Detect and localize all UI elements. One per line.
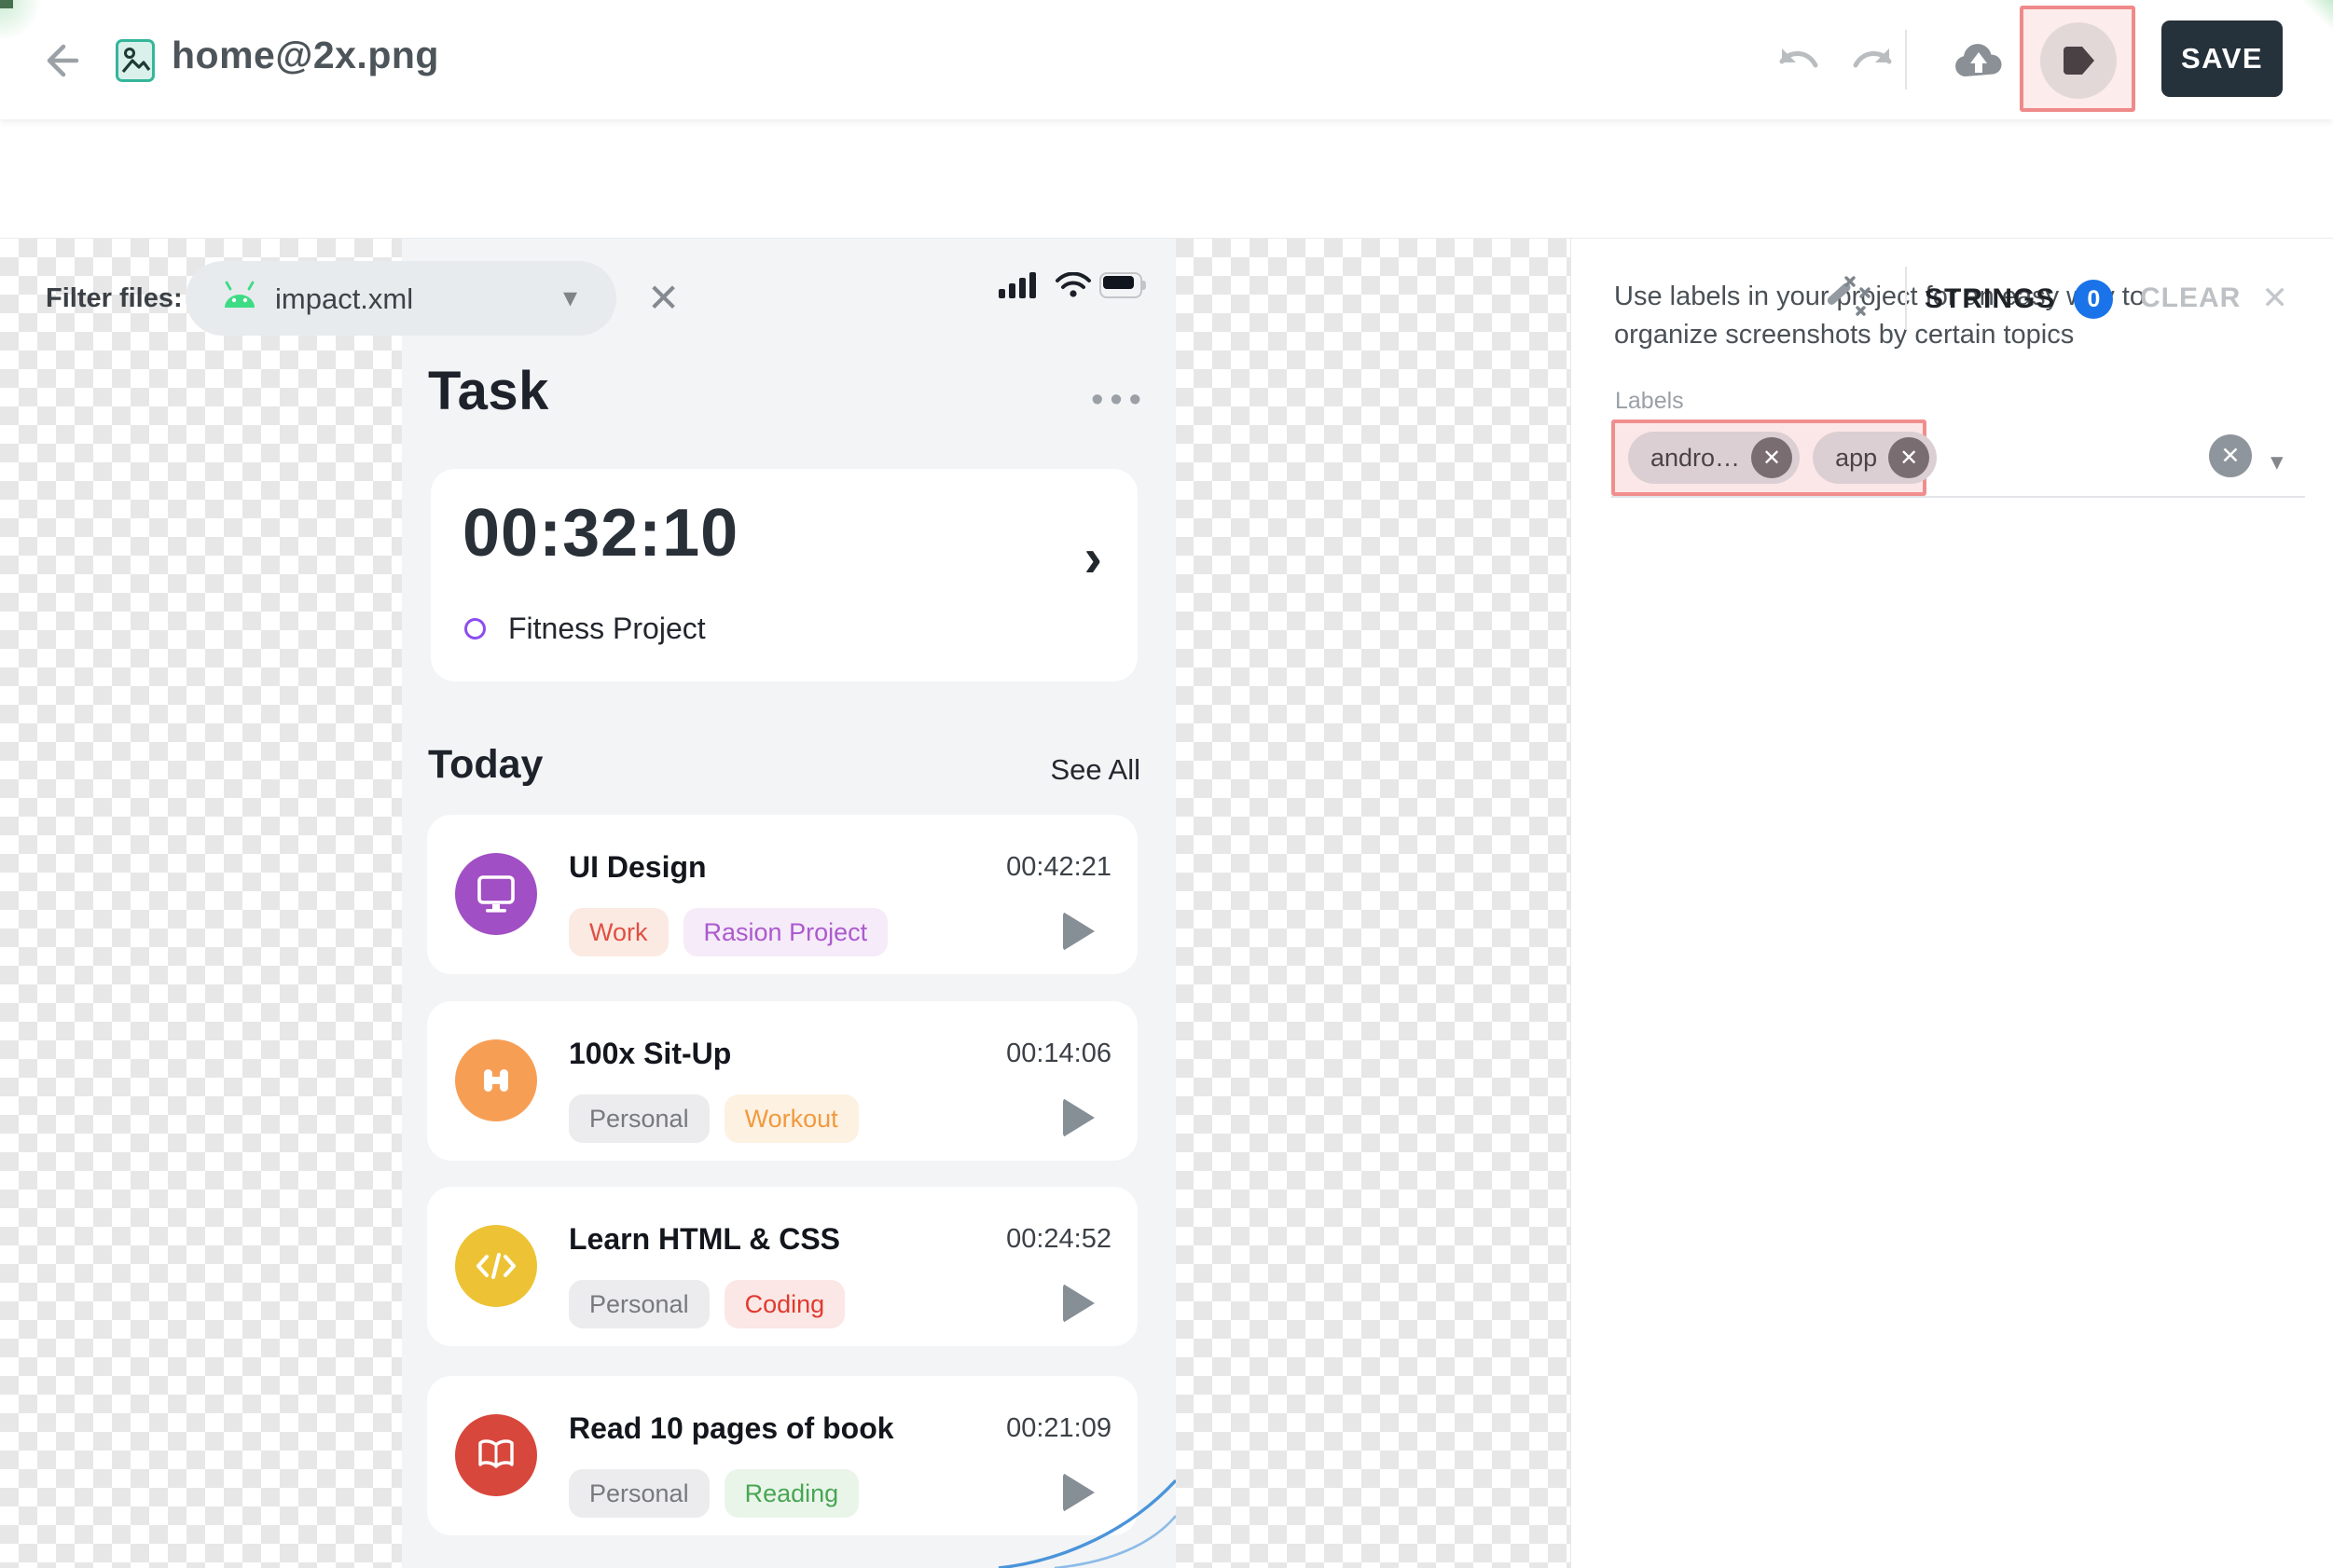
android-icon (219, 280, 260, 317)
clear-label: CLEAR (2140, 282, 2241, 314)
task-title: Learn HTML & CSS (569, 1222, 840, 1257)
monitor-icon (455, 853, 537, 935)
dropdown-caret-icon[interactable]: ▾ (563, 282, 577, 314)
undo-icon (1774, 43, 1823, 88)
undo-button[interactable] (1774, 43, 1823, 88)
battery-icon (1099, 272, 1148, 298)
clear-x-icon: ✕ (2261, 280, 2288, 317)
filter-bar: Filter files: impact.xml ▾ ✕ STRINGS 0 C… (0, 119, 2333, 239)
see-all-link: See All (1050, 753, 1140, 787)
editor-canvas[interactable]: 12:42 Task ••• (0, 239, 1570, 1568)
strings-label: STRINGS (1925, 283, 2055, 315)
task-time: 00:14:06 (1006, 1038, 1111, 1069)
active-timer-card: 00:32:10 › Fitness Project (431, 469, 1138, 681)
chip-delete-icon[interactable]: ✕ (1888, 437, 1929, 478)
image-file-icon (116, 39, 155, 82)
overflow-menu-icon: ••• (1091, 380, 1148, 420)
task-time: 00:21:09 (1006, 1413, 1111, 1444)
auto-detect-button[interactable] (1818, 272, 1872, 326)
label-chip[interactable]: andro… ✕ (1628, 432, 1800, 484)
play-icon (1063, 1284, 1095, 1323)
task-tag: Reading (725, 1469, 860, 1518)
signal-strength-icon (999, 272, 1042, 303)
save-button-label: SAVE (2181, 42, 2263, 76)
task-tag: Personal (569, 1469, 710, 1518)
corner-artifact-left (0, 0, 43, 39)
cloud-upload-icon (1949, 35, 2009, 88)
top-bar: home@2x.png SAVE (0, 0, 2333, 119)
back-arrow-icon (37, 39, 80, 82)
task-card: UI Design 00:42:21 Work Rasion Project (427, 815, 1138, 974)
file-filter-dropdown[interactable]: impact.xml ▾ (186, 261, 616, 336)
labels-panel: Use labels in your project for an easy w… (1570, 239, 2333, 1568)
task-title: Read 10 pages of book (569, 1411, 894, 1446)
phone-screenshot: 12:42 Task ••• (402, 239, 1176, 1568)
task-tag: Personal (569, 1280, 710, 1328)
clear-all-labels-button[interactable]: ✕ (2209, 434, 2252, 477)
corner-artifact-right (2301, 0, 2333, 28)
today-heading: Today (428, 742, 543, 788)
chip-delete-icon[interactable]: ✕ (1751, 437, 1792, 478)
labels-field-underline (1611, 496, 2305, 498)
redo-button[interactable] (1848, 43, 1897, 88)
labels-dropdown-caret-icon[interactable]: ▾ (2271, 447, 2284, 476)
filter-files-label: Filter files: (46, 283, 183, 314)
task-time: 00:24:52 (1006, 1224, 1111, 1255)
task-card: 100x Sit-Up 00:14:06 Personal Workout (427, 1001, 1138, 1161)
task-title: 100x Sit-Up (569, 1037, 731, 1071)
label-tool-button[interactable] (2040, 22, 2117, 99)
labels-field-caption: Labels (1615, 388, 1684, 415)
tag-icon (2060, 45, 2097, 76)
book-icon (455, 1414, 537, 1496)
label-chip-text: app (1835, 444, 1877, 473)
selected-file-name: impact.xml (275, 282, 413, 316)
task-title: UI Design (569, 850, 707, 885)
save-button[interactable]: SAVE (2161, 21, 2283, 97)
label-tool-highlight-box (2020, 6, 2135, 112)
play-icon (1063, 912, 1095, 951)
task-tag: Rasion Project (683, 908, 889, 956)
redo-icon (1848, 43, 1897, 88)
timer-project-name: Fitness Project (508, 612, 706, 646)
remove-filter-button[interactable]: ✕ (647, 276, 680, 321)
strings-toggle[interactable]: STRINGS 0 (1925, 280, 2113, 319)
task-tag: Work (569, 908, 669, 956)
decorative-wave-graphic (989, 1475, 1176, 1568)
play-icon (1063, 1098, 1095, 1137)
label-chip[interactable]: app ✕ (1813, 432, 1937, 484)
code-icon (455, 1225, 537, 1307)
labels-highlight-box[interactable]: andro… ✕ app ✕ (1611, 420, 1926, 496)
timer-value: 00:32:10 (462, 495, 739, 571)
upload-button[interactable] (1949, 35, 2009, 88)
label-chip-text: andro… (1650, 444, 1740, 473)
clear-button[interactable]: CLEAR ✕ (2140, 280, 2288, 317)
task-tag: Workout (725, 1094, 859, 1143)
task-tag: Coding (725, 1280, 846, 1328)
task-card: Learn HTML & CSS 00:24:52 Personal Codin… (427, 1187, 1138, 1346)
page-title: home@2x.png (172, 34, 439, 77)
app-screen-title: Task (428, 360, 549, 422)
magic-wand-icon (1818, 272, 1872, 326)
dumbbell-icon (455, 1039, 537, 1121)
task-time: 00:42:21 (1006, 852, 1111, 883)
filterbar-divider (1905, 267, 1907, 330)
back-button[interactable] (37, 39, 80, 82)
wifi-icon (1055, 272, 1092, 303)
toolbar-divider (1905, 30, 1907, 89)
strings-count-badge: 0 (2074, 280, 2113, 319)
project-ring-icon (464, 618, 486, 640)
task-tag: Personal (569, 1094, 710, 1143)
chevron-right-icon: › (1084, 527, 1102, 589)
